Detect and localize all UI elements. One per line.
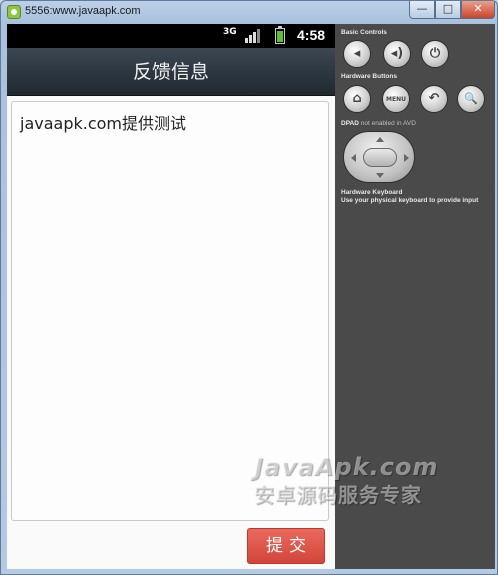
dpad-label-text: DPAD (341, 120, 359, 127)
basic-controls-label: Basic Controls (341, 29, 387, 36)
dpad-right-icon[interactable] (404, 154, 409, 162)
dpad-control[interactable] (343, 131, 415, 183)
menu-button[interactable]: MENU (382, 85, 410, 113)
minimize-button[interactable]: — (409, 1, 435, 19)
dpad-center-button[interactable] (363, 148, 397, 167)
volume-up-button[interactable]: ◂) (383, 40, 411, 68)
page-title: 反馈信息 (132, 61, 209, 83)
battery-icon (275, 26, 285, 44)
menu-icon: MENU (386, 96, 406, 103)
volume-up-icon: ◂) (390, 46, 404, 61)
dpad-down-icon[interactable] (376, 173, 384, 178)
app-header: 反馈信息 (7, 48, 335, 96)
volume-down-button[interactable]: ◂ (343, 40, 371, 68)
hardware-buttons-label: Hardware Buttons (341, 73, 397, 80)
dpad-note: not enabled in AVD (360, 120, 416, 127)
back-button[interactable]: ↶ (420, 85, 448, 113)
dpad-label: DPAD not enabled in AVD (341, 120, 416, 127)
app-icon (7, 5, 21, 19)
submit-button[interactable]: 提交 (247, 528, 325, 564)
volume-down-icon: ◂ (353, 46, 361, 61)
close-button[interactable]: ✕ (461, 1, 495, 19)
emulator-window: 5556:www.javaapk.com — □ ✕ 3G 4:58 反馈信息 … (0, 0, 498, 575)
window-titlebar[interactable]: 5556:www.javaapk.com — □ ✕ (1, 1, 497, 23)
back-icon: ↶ (428, 91, 440, 106)
home-button[interactable]: ⌂ (343, 85, 371, 113)
3g-icon: 3G (223, 27, 237, 37)
status-bar: 3G 4:58 (7, 24, 335, 48)
emulator-control-panel: Basic Controls ◂ ◂) ⏻ Hardware Buttons ⌂… (335, 24, 495, 569)
device-screen: 3G 4:58 反馈信息 javaapk.com提供测试 提交 (7, 24, 335, 569)
dpad-left-icon[interactable] (351, 154, 356, 162)
feedback-input[interactable]: javaapk.com提供测试 (11, 101, 329, 521)
hardware-keyboard-note: Use your physical keyboard to provide in… (341, 197, 479, 204)
search-icon: 🔍 (464, 92, 478, 105)
feedback-content: javaapk.com提供测试 提交 (7, 96, 335, 569)
search-button[interactable]: 🔍 (457, 85, 485, 113)
power-button[interactable]: ⏻ (421, 40, 449, 68)
power-icon: ⏻ (429, 46, 441, 61)
dpad-up-icon[interactable] (376, 137, 384, 142)
status-time: 4:58 (297, 27, 326, 43)
home-icon: ⌂ (352, 91, 362, 106)
signal-icon (245, 29, 263, 43)
hardware-keyboard-label: Hardware Keyboard (341, 189, 403, 196)
window-title: 5556:www.javaapk.com (25, 5, 141, 17)
maximize-button[interactable]: □ (435, 1, 461, 19)
